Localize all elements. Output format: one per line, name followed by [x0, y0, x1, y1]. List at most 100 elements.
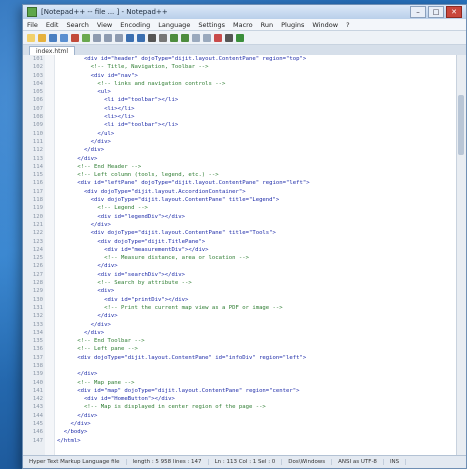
code-line[interactable]: 135 <!-- End Toolbar --> — [23, 337, 466, 345]
code-line[interactable]: 111 </div> — [23, 138, 466, 146]
code-line[interactable]: 101 <div id="header" dojoType="dijit.lay… — [23, 55, 466, 63]
vertical-scrollbar[interactable] — [456, 55, 466, 456]
paste-icon[interactable] — [115, 33, 123, 42]
code-line[interactable]: 110 </ul> — [23, 130, 466, 138]
status-position: Ln : 113 Col : 1 Sel : 0 — [209, 459, 283, 465]
code-line[interactable]: 113 </div> — [23, 155, 466, 163]
indent-guide-icon[interactable] — [203, 33, 211, 42]
record-macro-icon[interactable] — [214, 33, 222, 42]
redo-icon[interactable] — [137, 33, 145, 42]
scrollbar-thumb[interactable] — [458, 95, 464, 155]
menu-item-window[interactable]: Window — [312, 21, 338, 29]
code-line[interactable]: 103 <div id="nav"> — [23, 72, 466, 80]
code-line[interactable]: 116 <div id="leftPane" dojoType="dijit.l… — [23, 179, 466, 187]
line-number: 131 — [32, 304, 43, 311]
new-file-icon[interactable] — [27, 33, 35, 42]
code-line[interactable]: 147 </html> — [23, 437, 466, 445]
code-line[interactable]: 117 <div dojoType="dijit.layout.Accordio… — [23, 188, 466, 196]
replace-icon[interactable] — [159, 33, 167, 42]
menu-item-edit[interactable]: Edit — [46, 21, 59, 29]
code-line[interactable]: 105 <ul> — [23, 88, 466, 96]
wrap-icon[interactable] — [192, 33, 200, 42]
stop-macro-icon[interactable] — [225, 33, 233, 42]
code-line[interactable]: 130 <div id="printDiv"></div> — [23, 296, 466, 304]
menu-item-run[interactable]: Run — [261, 21, 273, 29]
code-line[interactable]: 127 <div id="searchDiv"></div> — [23, 271, 466, 279]
save-icon[interactable] — [49, 33, 57, 42]
code-line[interactable]: 140 <!-- Map pane --> — [23, 379, 466, 387]
code-line[interactable]: 146 </body> — [23, 428, 466, 436]
print-icon[interactable] — [82, 33, 90, 42]
line-number: 143 — [32, 404, 43, 411]
menu-item-settings[interactable]: Settings — [198, 21, 225, 29]
code-line[interactable]: 119 <!-- Legend --> — [23, 204, 466, 212]
code-line[interactable]: 107 <li></li> — [23, 105, 466, 113]
code-line[interactable]: 145 </div> — [23, 420, 466, 428]
app-icon — [27, 7, 37, 17]
code-line[interactable]: 125 <!-- Measure distance, area or locat… — [23, 254, 466, 262]
code-text: </div> — [57, 371, 98, 378]
code-line[interactable]: 143 <!-- Map is displayed in center regi… — [23, 403, 466, 411]
maximize-button[interactable]: □ — [428, 6, 444, 18]
code-line[interactable]: 104 <!-- links and navigation controls -… — [23, 80, 466, 88]
code-line[interactable]: 124 <div id="measurementDiv"></div> — [23, 246, 466, 254]
code-line[interactable]: 134 </div> — [23, 329, 466, 337]
code-line[interactable]: 109 <li id="toolbar"></li> — [23, 121, 466, 129]
code-line[interactable]: 115 <!-- Left column (tools, legend, etc… — [23, 171, 466, 179]
menu-item-search[interactable]: Search — [66, 21, 88, 29]
code-line[interactable]: 108 <li></li> — [23, 113, 466, 121]
zoom-in-icon[interactable] — [170, 33, 178, 42]
code-line[interactable]: 142 <div id="HomeButton"></div> — [23, 395, 466, 403]
code-text: <!-- Print the current map view as a PDF… — [57, 304, 283, 311]
code-line[interactable]: 120 <div id="legendDiv"></div> — [23, 213, 466, 221]
code-line[interactable]: 138 — [23, 362, 466, 370]
code-editor[interactable]: 101 <div id="header" dojoType="dijit.lay… — [23, 55, 466, 456]
code-line[interactable]: 123 <div dojoType="dijit.TitlePane"> — [23, 238, 466, 246]
open-file-icon[interactable] — [38, 33, 46, 42]
code-line[interactable]: 129 <div> — [23, 287, 466, 295]
code-line[interactable]: 136 <!-- Left pane --> — [23, 345, 466, 353]
code-line[interactable]: 144 </div> — [23, 412, 466, 420]
code-line[interactable]: 118 <div dojoType="dijit.layout.ContentP… — [23, 196, 466, 204]
line-number: 127 — [32, 271, 43, 278]
code-line[interactable]: 112 </div> — [23, 146, 466, 154]
undo-icon[interactable] — [126, 33, 134, 42]
code-text: <div dojoType="dijit.layout.ContentPane"… — [57, 230, 276, 237]
toolbar — [23, 31, 466, 45]
code-line[interactable]: 122 <div dojoType="dijit.layout.ContentP… — [23, 229, 466, 237]
code-line[interactable]: 121 </div> — [23, 221, 466, 229]
close-file-icon[interactable] — [71, 33, 79, 42]
code-text: </div> — [57, 329, 105, 336]
code-line[interactable]: 141 <div id="map" dojoType="dijit.layout… — [23, 387, 466, 395]
code-line[interactable]: 114 <!-- End Header --> — [23, 163, 466, 171]
code-line[interactable]: 106 <li id="toolbar"></li> — [23, 96, 466, 104]
play-macro-icon[interactable] — [236, 33, 244, 42]
copy-icon[interactable] — [104, 33, 112, 42]
code-text: <div id="legendDiv"></div> — [57, 213, 185, 220]
menu-item-plugins[interactable]: Plugins — [281, 21, 304, 29]
menu-item--[interactable]: ? — [346, 21, 349, 29]
code-text: <div> — [57, 288, 115, 295]
code-line[interactable]: 128 <!-- Search by attribute --> — [23, 279, 466, 287]
save-all-icon[interactable] — [60, 33, 68, 42]
code-line[interactable]: 132 </div> — [23, 312, 466, 320]
code-line[interactable]: 102 <!-- Title, Navigation, Toolbar --> — [23, 63, 466, 71]
find-icon[interactable] — [148, 33, 156, 42]
code-line[interactable]: 133 </div> — [23, 321, 466, 329]
minimize-button[interactable]: – — [410, 6, 426, 18]
line-number: 119 — [32, 205, 43, 212]
code-line[interactable]: 131 <!-- Print the current map view as a… — [23, 304, 466, 312]
menu-item-encoding[interactable]: Encoding — [120, 21, 150, 29]
menu-item-file[interactable]: File — [27, 21, 38, 29]
menu-item-macro[interactable]: Macro — [233, 21, 253, 29]
cut-icon[interactable] — [93, 33, 101, 42]
close-button[interactable]: ✕ — [446, 6, 462, 18]
menu-item-language[interactable]: Language — [158, 21, 190, 29]
code-line[interactable]: 139 </div> — [23, 370, 466, 378]
zoom-out-icon[interactable] — [181, 33, 189, 42]
code-text: </div> — [57, 147, 105, 154]
menu-item-view[interactable]: View — [97, 21, 112, 29]
line-number: 122 — [32, 230, 43, 237]
code-line[interactable]: 137 <div dojoType="dijit.layout.ContentP… — [23, 354, 466, 362]
code-line[interactable]: 126 </div> — [23, 262, 466, 270]
